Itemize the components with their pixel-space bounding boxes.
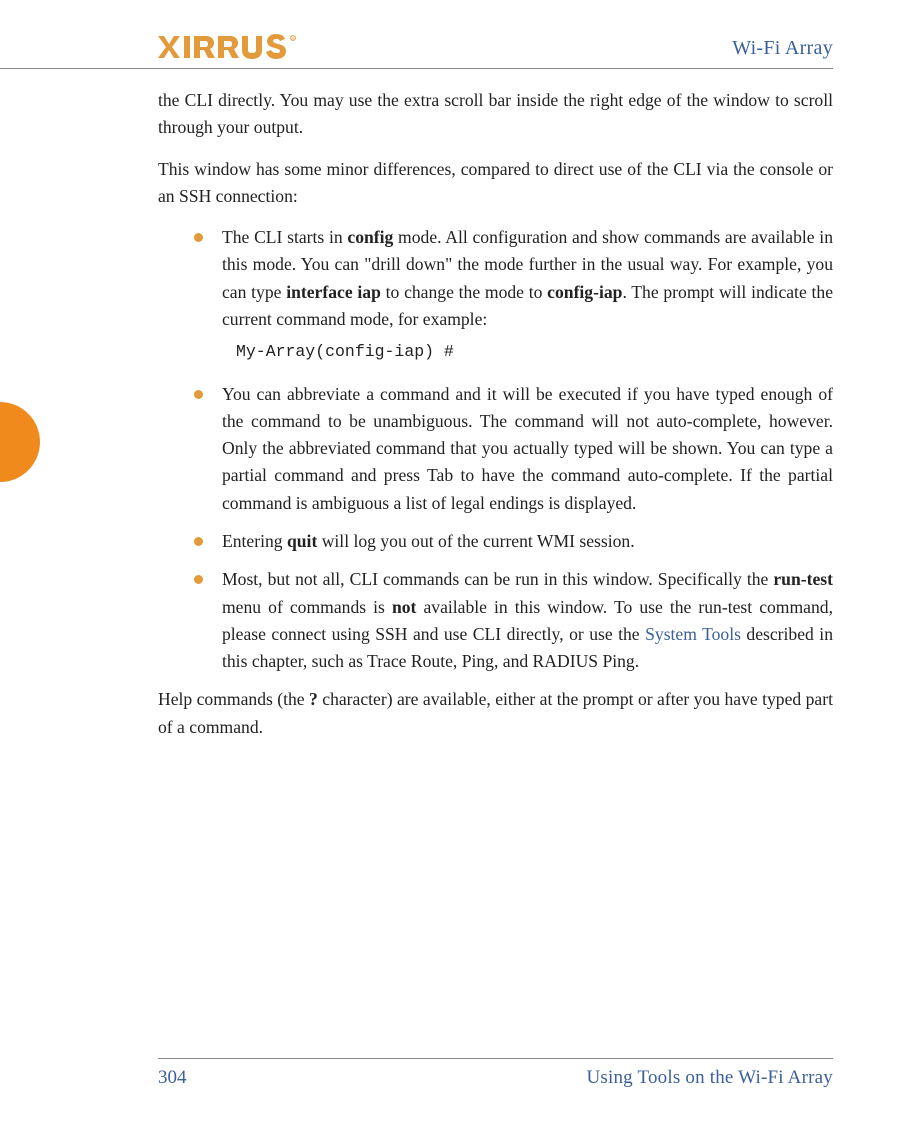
chapter-title: Using Tools on the Wi-Fi Array bbox=[586, 1067, 833, 1089]
bold-text: config-iap bbox=[547, 282, 622, 302]
text: menu of commands is bbox=[222, 597, 392, 617]
page-content: the CLI directly. You may use the extra … bbox=[0, 69, 833, 741]
page-footer: 304 Using Tools on the Wi-Fi Array bbox=[0, 1058, 901, 1089]
body-paragraph: Help commands (the ? character) are avai… bbox=[158, 686, 833, 741]
bold-text: interface iap bbox=[286, 282, 381, 302]
bold-text: not bbox=[392, 597, 416, 617]
bold-text: run-test bbox=[773, 569, 833, 589]
xirrus-logo-icon: R bbox=[158, 34, 308, 60]
bold-text: quit bbox=[287, 531, 317, 551]
xirrus-logo: R bbox=[158, 34, 308, 60]
body-paragraph: the CLI directly. You may use the extra … bbox=[158, 87, 833, 142]
text: The CLI starts in bbox=[222, 227, 347, 247]
list-item: You can abbreviate a command and it will… bbox=[194, 381, 833, 517]
text: Most, but not all, CLI commands can be r… bbox=[222, 569, 773, 589]
footer-rule bbox=[158, 1058, 833, 1059]
list-item: Entering quit will log you out of the cu… bbox=[194, 528, 833, 555]
footer-row: 304 Using Tools on the Wi-Fi Array bbox=[158, 1067, 833, 1089]
text: will log you out of the current WMI sess… bbox=[317, 531, 634, 551]
list-item: Most, but not all, CLI commands can be r… bbox=[194, 566, 833, 675]
bold-text: ? bbox=[309, 689, 318, 709]
code-sample: My-Array(config-iap) # bbox=[236, 339, 833, 365]
header-title: Wi-Fi Array bbox=[732, 37, 833, 60]
bold-text: config bbox=[347, 227, 393, 247]
body-paragraph: This window has some minor differences, … bbox=[158, 156, 833, 211]
bullet-list: The CLI starts in config mode. All confi… bbox=[158, 224, 833, 675]
document-page: R Wi-Fi Array the CLI directly. You may … bbox=[0, 0, 901, 1137]
text: Help commands (the bbox=[158, 689, 309, 709]
page-header: R Wi-Fi Array bbox=[0, 34, 833, 69]
list-item: The CLI starts in config mode. All confi… bbox=[194, 224, 833, 365]
text: to change the mode to bbox=[381, 282, 547, 302]
page-number: 304 bbox=[158, 1067, 187, 1089]
link-system-tools[interactable]: System Tools bbox=[645, 624, 741, 644]
text: Entering bbox=[222, 531, 287, 551]
